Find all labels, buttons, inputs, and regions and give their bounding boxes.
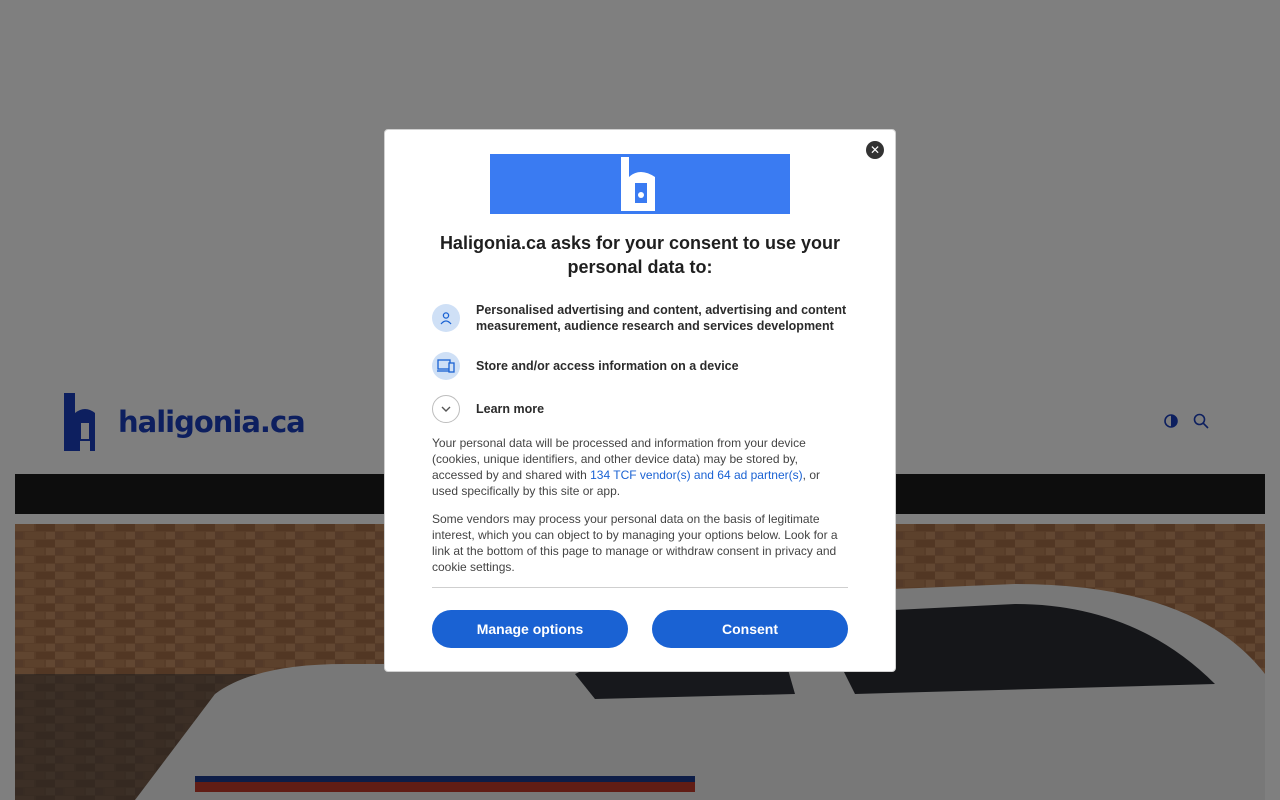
purpose-store-access: Store and/or access information on a dev…	[432, 352, 856, 380]
haligonia-banner-logo-icon	[621, 157, 655, 211]
devices-icon	[432, 352, 460, 380]
manage-options-button[interactable]: Manage options	[432, 610, 628, 648]
learn-more-label[interactable]: Learn more	[476, 401, 856, 417]
close-icon[interactable]: ✕	[866, 141, 884, 159]
data-processing-paragraph: Your personal data will be processed and…	[432, 435, 848, 499]
learn-more-toggle[interactable]: Learn more	[432, 395, 856, 423]
person-icon	[432, 304, 460, 332]
vendors-link[interactable]: 134 TCF vendor(s) and 64 ad partner(s)	[590, 468, 803, 482]
consent-button[interactable]: Consent	[652, 610, 848, 648]
purpose-label: Personalised advertising and content, ad…	[476, 303, 847, 333]
purpose-label: Store and/or access information on a dev…	[476, 359, 739, 373]
consent-dialog: ✕ Haligonia.ca asks for your consent to …	[384, 129, 896, 672]
chevron-down-icon[interactable]	[432, 395, 460, 423]
dialog-title: Haligonia.ca asks for your consent to us…	[439, 233, 841, 277]
purpose-personalised-advertising: Personalised advertising and content, ad…	[432, 302, 856, 334]
divider	[432, 587, 848, 588]
publisher-logo-banner	[490, 154, 790, 214]
legitimate-interest-paragraph: Some vendors may process your personal d…	[432, 512, 838, 574]
